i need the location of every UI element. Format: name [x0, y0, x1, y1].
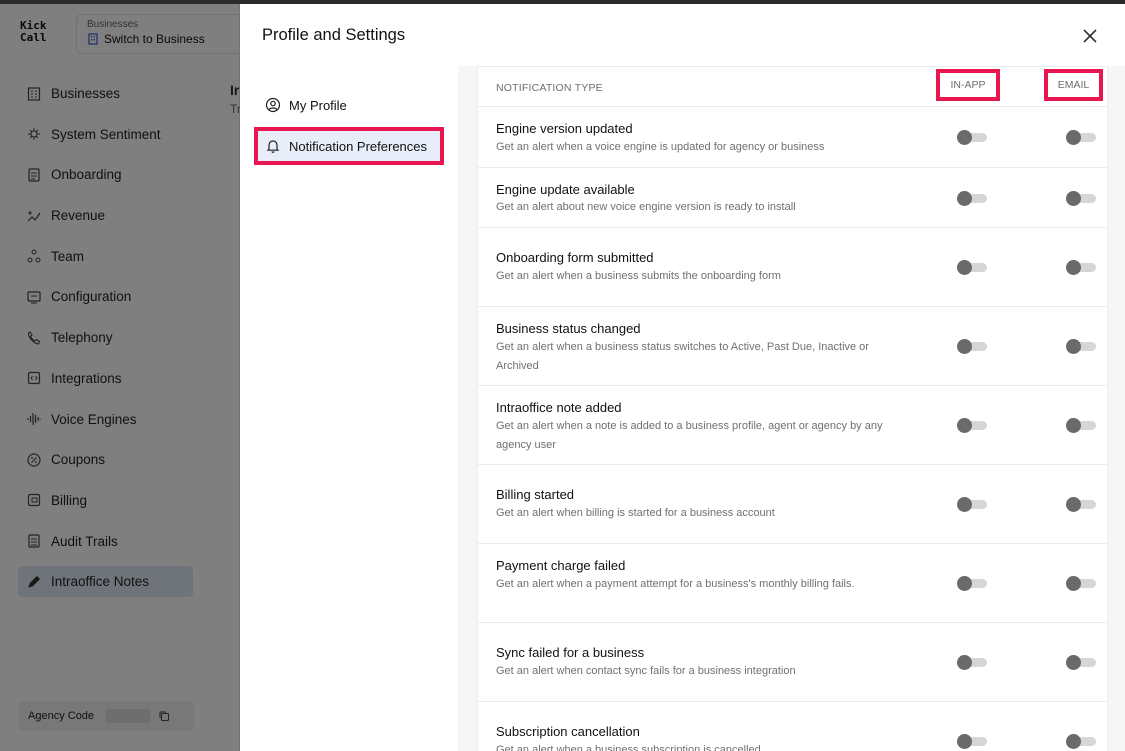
table-row: Subscription cancellation Get an alert wh…: [478, 702, 1107, 751]
toggle-knob: [1066, 339, 1081, 354]
toggle-knob: [1066, 497, 1081, 512]
toggle-knob: [957, 418, 972, 433]
notification-description: Get an alert when a business subscriptio…: [496, 744, 761, 751]
user-circle-icon: [265, 97, 281, 113]
in-app-toggle[interactable]: [957, 260, 987, 275]
toggle-knob: [957, 734, 972, 749]
notification-title: Payment charge failed: [496, 558, 626, 573]
table-row: Intraoffice note added Get an alert when …: [478, 386, 1107, 465]
table-row: Billing started Get an alert when billing…: [478, 465, 1107, 544]
profile-settings-modal: Profile and Settings My Profile Notificat…: [240, 4, 1125, 751]
email-toggle[interactable]: [1066, 576, 1096, 591]
notification-table: NOTIFICATION TYPE IN-APP EMAIL Engine ve…: [477, 66, 1108, 751]
table-row: Engine version updated Get an alert when …: [478, 107, 1107, 168]
header-in-app-highlight: IN-APP: [936, 69, 1000, 101]
email-toggle[interactable]: [1066, 734, 1096, 749]
notification-description: Get an alert when billing is started for…: [496, 507, 775, 519]
toggle-knob: [957, 260, 972, 275]
toggle-knob: [957, 576, 972, 591]
toggle-knob: [1066, 418, 1081, 433]
notification-title: Billing started: [496, 487, 575, 502]
header-notification-type: NOTIFICATION TYPE: [496, 82, 603, 94]
toggle-knob: [1066, 260, 1081, 275]
toggle-knob: [1066, 576, 1081, 591]
email-toggle[interactable]: [1066, 130, 1096, 145]
in-app-toggle[interactable]: [957, 576, 987, 591]
in-app-toggle[interactable]: [957, 339, 987, 354]
toggle-knob: [957, 130, 972, 145]
email-toggle[interactable]: [1066, 418, 1096, 433]
email-toggle[interactable]: [1066, 260, 1096, 275]
notification-description: Get an alert when a business submits the…: [496, 270, 781, 282]
toggle-knob: [1066, 734, 1081, 749]
header-email-highlight: EMAIL: [1044, 69, 1103, 101]
settings-nav-label: My Profile: [289, 97, 347, 113]
header-email: EMAIL: [1057, 79, 1090, 91]
close-icon[interactable]: [1080, 26, 1100, 46]
table-row: Business status changed Get an alert when…: [478, 307, 1107, 386]
table-row: Payment charge failed Get an alert when a…: [478, 544, 1107, 623]
notification-description: Get an alert when a note is added to a b…: [496, 420, 883, 451]
in-app-toggle[interactable]: [957, 130, 987, 145]
toggle-knob: [1066, 655, 1081, 670]
in-app-toggle[interactable]: [957, 418, 987, 433]
toggle-knob: [957, 191, 972, 206]
notification-description: Get an alert about new voice engine vers…: [496, 201, 796, 213]
email-toggle[interactable]: [1066, 655, 1096, 670]
notification-description: Get an alert when a payment attempt for …: [496, 578, 855, 590]
in-app-toggle[interactable]: [957, 497, 987, 512]
table-row: Onboarding form submitted Get an alert wh…: [478, 228, 1107, 307]
in-app-toggle[interactable]: [957, 655, 987, 670]
bell-icon: [266, 140, 280, 153]
table-header: NOTIFICATION TYPE IN-APP EMAIL: [478, 67, 1107, 107]
settings-nav: My Profile Notification Preferences: [254, 90, 448, 172]
notification-title: Intraoffice note added: [496, 400, 622, 415]
notification-title: Business status changed: [496, 321, 641, 336]
notification-title: Engine version updated: [496, 121, 633, 136]
header-in-app: IN-APP: [950, 79, 986, 91]
toggle-knob: [957, 655, 972, 670]
modal-title: Profile and Settings: [262, 26, 406, 44]
email-toggle[interactable]: [1066, 191, 1096, 206]
toggle-knob: [957, 339, 972, 354]
notification-description: Get an alert when contact sync fails for…: [496, 665, 796, 677]
toggle-knob: [1066, 191, 1081, 206]
email-toggle[interactable]: [1066, 497, 1096, 512]
notification-title: Sync failed for a business: [496, 645, 645, 660]
notification-description: Get an alert when a voice engine is upda…: [496, 141, 825, 153]
settings-nav-my-profile[interactable]: My Profile: [258, 90, 448, 120]
notification-title: Engine update available: [496, 182, 635, 197]
table-row: Sync failed for a business Get an alert w…: [478, 623, 1107, 702]
settings-nav-label: Notification Preferences: [289, 138, 428, 154]
settings-nav-notification-preferences[interactable]: Notification Preferences: [254, 127, 444, 165]
in-app-toggle[interactable]: [957, 191, 987, 206]
notification-title: Onboarding form submitted: [496, 250, 654, 265]
notification-description: Get an alert when a business status swit…: [496, 341, 869, 372]
toggle-knob: [957, 497, 972, 512]
table-row: Engine update available Get an alert abou…: [478, 168, 1107, 228]
email-toggle[interactable]: [1066, 339, 1096, 354]
toggle-knob: [1066, 130, 1081, 145]
notification-title: Subscription cancellation: [496, 724, 640, 739]
in-app-toggle[interactable]: [957, 734, 987, 749]
